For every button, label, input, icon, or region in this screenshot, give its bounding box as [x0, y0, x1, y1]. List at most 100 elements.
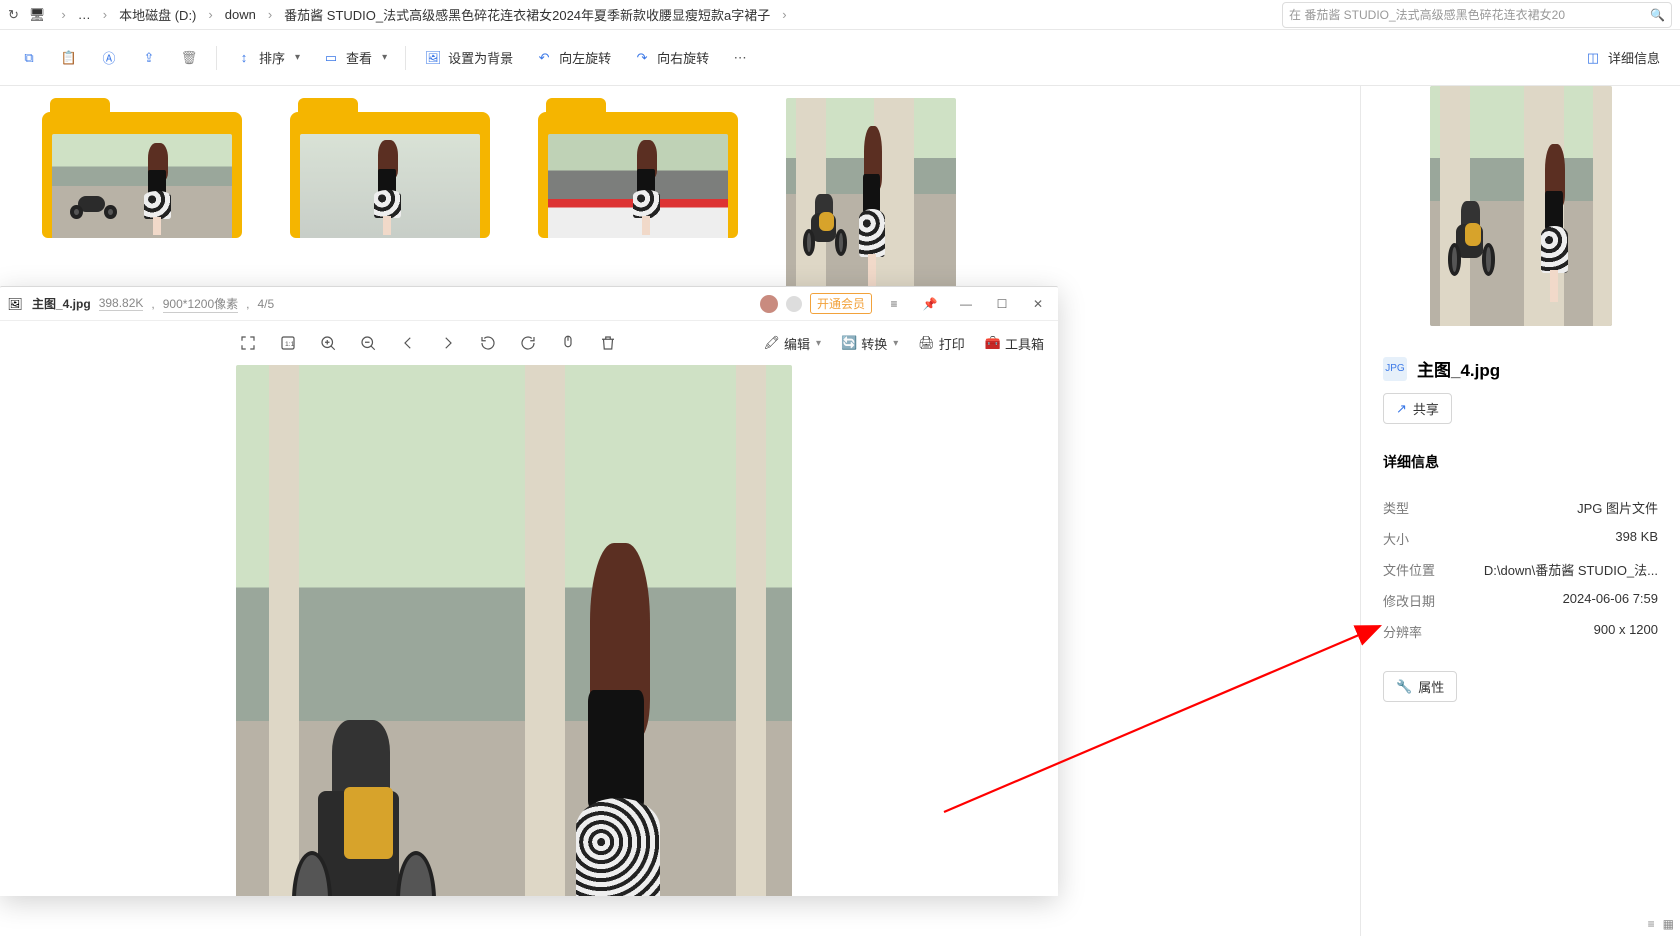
- status-dot: [786, 296, 802, 312]
- address-bar: ↻ 🖥 › … › 本地磁盘 (D:) › down › 番茄酱 STUDIO_…: [0, 0, 1680, 30]
- detail-row-location: 文件位置D:\down\番茄酱 STUDIO_法...: [1383, 560, 1658, 579]
- toolbox-button[interactable]: 🧰工具箱: [977, 325, 1052, 361]
- more-button[interactable]: ⋯: [721, 38, 759, 78]
- zoom-in-button[interactable]: [310, 325, 346, 361]
- folder-item[interactable]: [290, 98, 490, 294]
- breadcrumb-down[interactable]: down: [225, 7, 256, 22]
- main-area: JPG 主图_4.jpg ↗ 共享 详细信息 类型JPG 图片文件 大小398 …: [0, 86, 1680, 936]
- print-button[interactable]: 🖨打印: [910, 325, 973, 361]
- viewer-toolbar: 1:1 🖍编辑 🔄转换 🖨打印 🧰工具箱: [0, 321, 1058, 365]
- detail-row-modified: 修改日期2024-06-06 7:59: [1383, 591, 1658, 610]
- edit-dropdown[interactable]: 🖍编辑: [755, 325, 829, 361]
- view-dropdown[interactable]: ▭查看: [312, 38, 397, 78]
- panel-icon: ◫: [1584, 49, 1602, 67]
- avatar-icon: [760, 295, 778, 313]
- preview-image: [1430, 86, 1612, 326]
- print-icon: 🖨: [918, 335, 935, 351]
- properties-label: 属性: [1418, 677, 1444, 696]
- list-view-icon[interactable]: ≡: [1648, 917, 1655, 931]
- file-item[interactable]: [786, 98, 956, 294]
- trash-icon: 🗑: [180, 49, 198, 67]
- copy-icon: ⧉: [20, 49, 38, 67]
- delete-button[interactable]: [590, 325, 626, 361]
- copy-button[interactable]: ⧉: [10, 38, 48, 78]
- next-button[interactable]: [430, 325, 466, 361]
- share-icon: ↗: [1396, 401, 1407, 417]
- rotate-left-button[interactable]: [470, 325, 506, 361]
- rotate-left-button[interactable]: ↶ 向左旋转: [525, 38, 621, 78]
- breadcrumb-more[interactable]: …: [78, 7, 91, 22]
- separator: [216, 46, 217, 70]
- rename-button[interactable]: Ⓐ: [90, 38, 128, 78]
- details-label: 详细信息: [1608, 48, 1660, 67]
- app-icon: 🖼: [6, 295, 24, 313]
- detail-row-resolution: 分辨率900 x 1200: [1383, 622, 1658, 641]
- close-button[interactable]: ✕: [1024, 290, 1052, 318]
- zoom-out-button[interactable]: [350, 325, 386, 361]
- prev-button[interactable]: [390, 325, 426, 361]
- breadcrumb-current[interactable]: 番茄酱 STUDIO_法式高级感黑色碎花连衣裙女2024年夏季新款收腰显瘦短款a…: [284, 5, 770, 24]
- set-background-button[interactable]: 🖼设置为背景: [414, 38, 523, 78]
- share-button[interactable]: ↗ 共享: [1383, 393, 1452, 424]
- details-heading: 详细信息: [1383, 452, 1439, 472]
- status-bar: ≡ ▦: [1620, 912, 1680, 936]
- delete-button[interactable]: 🗑: [170, 38, 208, 78]
- sort-icon: ↕: [235, 49, 253, 67]
- rotate-right-button[interactable]: [510, 325, 546, 361]
- refresh-icon[interactable]: ↻: [8, 7, 19, 23]
- edit-icon: 🖍: [763, 335, 780, 351]
- sep-comma: ,: [151, 297, 154, 311]
- image-icon: 🖼: [424, 49, 442, 67]
- membership-button[interactable]: 开通会员: [810, 293, 872, 314]
- viewer-titlebar[interactable]: 🖼 主图_4.jpg 398.82K , 900*1200像素 , 4/5 开通…: [0, 287, 1058, 321]
- rotate-left-label: 向左旋转: [559, 48, 611, 67]
- fullscreen-button[interactable]: [230, 325, 266, 361]
- folder-item[interactable]: [538, 98, 738, 294]
- details-panel: JPG 主图_4.jpg ↗ 共享 详细信息 类型JPG 图片文件 大小398 …: [1360, 86, 1680, 936]
- convert-icon: 🔄: [841, 335, 857, 351]
- user-chip[interactable]: [760, 295, 778, 313]
- sort-label: 排序: [259, 48, 285, 67]
- search-placeholder: 在 番茄酱 STUDIO_法式高级感黑色碎花连衣裙女20: [1289, 6, 1650, 23]
- chevron-right-icon: ›: [61, 7, 65, 22]
- rotate-right-label: 向右旋转: [657, 48, 709, 67]
- chevron-right-icon: ›: [268, 7, 272, 22]
- file-name: 主图_4.jpg: [1417, 356, 1500, 381]
- sep-comma: ,: [246, 297, 249, 311]
- explorer-toolbar: ⧉ 📋 Ⓐ ⇪ 🗑 ↕ 排序 ▭查看 🖼设置为背景 ↶ 向左旋转 ↷ 向右旋转 ⋯ ◫…: [0, 30, 1680, 86]
- properties-button[interactable]: 🔧 属性: [1383, 671, 1457, 702]
- folder-item[interactable]: [42, 98, 242, 294]
- search-input[interactable]: 在 番茄酱 STUDIO_法式高级感黑色碎花连衣裙女20 🔍: [1282, 2, 1672, 28]
- pin-icon[interactable]: 📌: [916, 290, 944, 318]
- share-icon: ⇪: [140, 49, 158, 67]
- rotate-right-icon: ↷: [633, 49, 651, 67]
- file-type-icon: JPG: [1383, 357, 1407, 381]
- detail-row-size: 大小398 KB: [1383, 529, 1658, 548]
- svg-text:1:1: 1:1: [285, 341, 295, 348]
- chevron-right-icon: ›: [208, 7, 212, 22]
- paste-button[interactable]: 📋: [50, 38, 88, 78]
- viewer-filesize: 398.82K: [99, 296, 144, 311]
- rotate-left-icon: ↶: [535, 49, 553, 67]
- sort-dropdown[interactable]: ↕ 排序: [225, 38, 310, 78]
- minimize-button[interactable]: —: [952, 290, 980, 318]
- details-list: 类型JPG 图片文件 大小398 KB 文件位置D:\down\番茄酱 STUD…: [1375, 486, 1666, 653]
- details-toggle-button[interactable]: ◫ 详细信息: [1574, 38, 1670, 78]
- view-label: 查看: [346, 48, 372, 67]
- mouse-mode-button[interactable]: [550, 325, 586, 361]
- viewer-canvas[interactable]: [0, 365, 1058, 896]
- grid-view-icon[interactable]: ▦: [1663, 917, 1674, 931]
- paste-icon: 📋: [60, 49, 78, 67]
- breadcrumb-disk[interactable]: 本地磁盘 (D:): [119, 5, 196, 24]
- search-icon: 🔍: [1650, 8, 1665, 22]
- convert-dropdown[interactable]: 🔄转换: [833, 325, 906, 361]
- this-pc-icon[interactable]: 🖥: [29, 7, 46, 23]
- fit-button[interactable]: 1:1: [270, 325, 306, 361]
- chevron-right-icon: ›: [103, 7, 107, 22]
- displayed-image: [236, 365, 792, 896]
- viewer-dims: 900*1200像素: [163, 295, 238, 313]
- share-button[interactable]: ⇪: [130, 38, 168, 78]
- maximize-button[interactable]: ☐: [988, 290, 1016, 318]
- menu-icon[interactable]: ≡: [880, 290, 908, 318]
- rotate-right-button[interactable]: ↷ 向右旋转: [623, 38, 719, 78]
